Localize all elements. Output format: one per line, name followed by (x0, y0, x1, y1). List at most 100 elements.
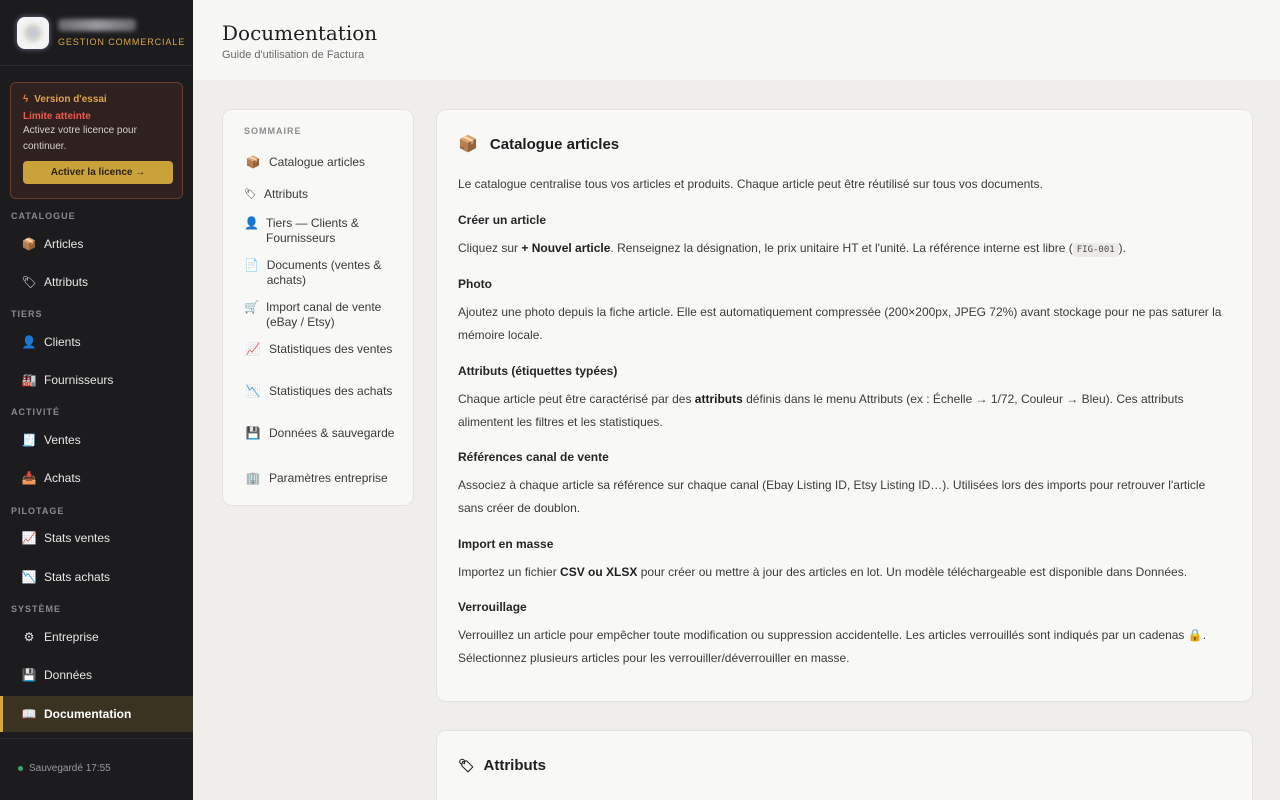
subsection-text: Cliquez sur + Nouvel article. Renseignez… (458, 237, 1233, 262)
toc-item-label: Import canal de vente (eBay / Etsy) (265, 300, 382, 329)
trial-title: Version d'essai (34, 94, 107, 105)
text: . Renseignez la désignation, le prix uni… (610, 241, 1073, 255)
nav-item-achats[interactable]: 📥 Achats (0, 460, 193, 496)
subsection-title: Créer un article (458, 213, 547, 227)
toc-item-stats-achats[interactable]: 📉 Statistiques des achats (244, 384, 404, 399)
chart-down-icon: 📉 (245, 384, 261, 398)
toc-item-catalogue[interactable]: 📦 Catalogue articles (244, 155, 404, 170)
nav-item-label: Clients (44, 335, 81, 349)
toc-item-label: Statistiques des ventes (269, 342, 393, 356)
code-snippet: FIG-001 (1072, 243, 1119, 257)
nav-section-pilotage: PILOTAGE (11, 506, 65, 516)
nav-item-label: Ventes (44, 433, 81, 447)
nav-item-stats-ventes[interactable]: 📈 Stats ventes (0, 520, 193, 556)
toc-item-label: Paramètres entreprise (269, 471, 388, 485)
nav-item-label: Entreprise (44, 630, 99, 644)
sidebar: GESTION COMMERCIALE ϟ Version d'essai Lim… (0, 0, 193, 800)
save-status-text: Sauvegardé 17:55 (29, 763, 111, 774)
floppy-icon: 💾 (245, 426, 261, 440)
nav-item-label: Fournisseurs (44, 373, 114, 387)
toc-item-label: Données & sauvegarde (269, 426, 395, 440)
nav-item-clients[interactable]: 👤 Clients (0, 324, 193, 360)
activate-license-button[interactable]: Activer la licence → (23, 161, 173, 184)
nav-item-documentation[interactable]: 📖 Documentation (0, 696, 193, 732)
toc-item-tiers[interactable]: 👤 Tiers — Clients & Fournisseurs (244, 216, 404, 246)
emphasis: CSV ou XLSX (560, 565, 638, 579)
toc-item-attributs[interactable]: 🏷 Attributs (244, 187, 404, 202)
bolt-icon: ϟ (23, 94, 29, 105)
nav-item-label: Données (44, 668, 93, 682)
brand-subtitle: GESTION COMMERCIALE (58, 36, 186, 47)
nav-section-systeme: SYSTÈME (11, 604, 62, 614)
floppy-icon: 💾 (21, 668, 37, 682)
toc-item-label: Statistiques des achats (269, 384, 393, 398)
subsection-text: Ajoutez une photo depuis la fiche articl… (458, 305, 1222, 342)
emphasis: attributs (694, 392, 743, 406)
toc-item-label: Documents (ventes & achats) (266, 258, 382, 287)
brand[interactable]: GESTION COMMERCIALE (0, 0, 193, 66)
nav-item-label: Stats ventes (44, 531, 111, 545)
text: Verrouillez un article pour empêcher tou… (458, 628, 1188, 642)
subsection-text: Importez un fichier CSV ou XLSX pour cré… (458, 561, 1233, 584)
building-icon: 🏢 (245, 471, 261, 485)
nav-item-label: Stats achats (44, 570, 111, 584)
subsection-title: Verrouillage (458, 600, 527, 614)
toc-item-documents[interactable]: 📄 Documents (ventes & achats) (244, 258, 404, 288)
person-icon: 👤 (21, 335, 37, 349)
nav-item-attributs[interactable]: 🏷 Attributs (0, 264, 193, 300)
tag-icon: 🏷 (458, 757, 475, 773)
document-icon: 📄 (244, 258, 260, 272)
nav-item-label: Documentation (44, 707, 132, 721)
nav-item-label: Articles (44, 237, 84, 251)
cart-icon: 🛒 (244, 300, 259, 314)
section-title: 📦 Catalogue articles (458, 134, 1231, 154)
subsection-title: Import en masse (458, 537, 554, 551)
toc-item-label: Attributs (264, 187, 309, 201)
text: Chaque article peut être caractérisé par… (458, 392, 695, 406)
page-header: Documentation Guide d'utilisation de Fac… (193, 0, 1280, 80)
tag-icon: 🏷 (244, 189, 257, 200)
nav-item-label: Attributs (44, 275, 89, 289)
trial-limit: Limite atteinte (23, 111, 91, 122)
subsection-text: Chaque article peut être caractérisé par… (458, 388, 1233, 433)
trial-banner: ϟ Version d'essai Limite atteinte Activez… (10, 82, 183, 199)
section-title-text: Attributs (483, 757, 547, 774)
subsection-text: Verrouillez un article pour empêcher tou… (458, 624, 1233, 669)
section-attributs: 🏷 Attributs (436, 730, 1253, 800)
toc-item-donnees[interactable]: 💾 Données & sauvegarde (244, 426, 404, 441)
section-title: 🏷 Attributs (458, 757, 1231, 774)
subsection-text: Associez à chaque article sa référence s… (458, 478, 1206, 515)
nav-item-label: Achats (44, 471, 81, 485)
chart-up-icon: 📈 (245, 342, 261, 356)
factory-icon: 🏭 (21, 373, 37, 387)
subsection-title: Photo (458, 277, 492, 291)
nav-item-fournisseurs[interactable]: 🏭 Fournisseurs (0, 362, 193, 398)
toc-heading: SOMMAIRE (244, 126, 302, 136)
section-catalogue: 📦 Catalogue articles Le catalogue central… (436, 109, 1253, 702)
inbox-icon: 📥 (21, 471, 37, 485)
chart-down-icon: 📉 (21, 570, 37, 584)
section-intro: Le catalogue centralise tous vos article… (458, 177, 1043, 191)
divider (0, 738, 193, 739)
text: Cliquez sur (458, 241, 522, 255)
brand-name-blurred (58, 18, 136, 31)
nav-item-articles[interactable]: 📦 Articles (0, 226, 193, 262)
emphasis: + Nouvel article (521, 241, 611, 255)
nav-item-donnees[interactable]: 💾 Données (0, 657, 193, 693)
package-icon: 📦 (245, 155, 261, 169)
nav-item-ventes[interactable]: 🧾 Ventes (0, 422, 193, 458)
toc-item-stats-ventes[interactable]: 📈 Statistiques des ventes (244, 342, 404, 357)
table-of-contents: SOMMAIRE 📦 Catalogue articles 🏷 Attributs … (222, 109, 414, 506)
gear-icon: ⚙ (23, 630, 35, 644)
nav-item-entreprise[interactable]: ⚙ Entreprise (0, 619, 193, 655)
nav-item-stats-achats[interactable]: 📉 Stats achats (0, 559, 193, 595)
toc-item-import[interactable]: 🛒 Import canal de vente (eBay / Etsy) (244, 300, 404, 330)
app-logo (17, 16, 49, 49)
toc-item-parametres[interactable]: 🏢 Paramètres entreprise (244, 471, 404, 486)
toc-item-label: Catalogue articles (269, 155, 366, 169)
subsection-title: Références canal de vente (458, 450, 609, 464)
section-title-text: Catalogue articles (489, 135, 620, 153)
text: ). (1118, 241, 1127, 255)
tag-icon: 🏷 (21, 275, 37, 289)
page-subtitle: Guide d'utilisation de Factura (222, 49, 365, 61)
